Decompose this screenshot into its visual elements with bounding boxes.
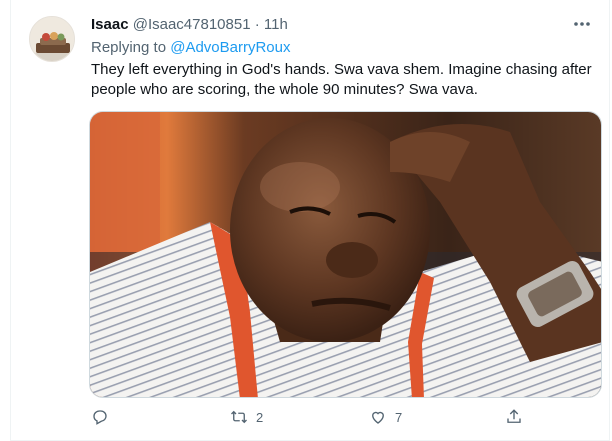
retweet-icon bbox=[231, 410, 247, 424]
author-name[interactable]: Isaac bbox=[91, 16, 129, 33]
tweet-actions: 2 7 bbox=[91, 405, 531, 429]
tweet-photo[interactable] bbox=[89, 111, 602, 398]
heart-icon bbox=[372, 411, 384, 424]
avatar[interactable] bbox=[29, 16, 75, 62]
share-button[interactable] bbox=[505, 405, 523, 429]
reply-mention-link[interactable]: @AdvoBarryRoux bbox=[170, 39, 290, 56]
avatar-image bbox=[30, 17, 74, 61]
reply-icon bbox=[93, 410, 107, 425]
separator-dot: · bbox=[254, 16, 260, 33]
share-icon bbox=[507, 409, 521, 423]
author-handle[interactable]: @Isaac47810851 bbox=[133, 16, 251, 33]
retweet-count: 2 bbox=[256, 409, 264, 425]
tweet-card[interactable]: Isaac @Isaac47810851 · 11h Replying to @… bbox=[10, 0, 610, 441]
tweet-timestamp[interactable]: 11h bbox=[264, 16, 288, 33]
tweet-header: Isaac @Isaac47810851 · 11h bbox=[91, 15, 288, 35]
replying-to-line: Replying to @AdvoBarryRoux bbox=[91, 38, 291, 58]
retweet-button[interactable]: 2 bbox=[230, 405, 263, 429]
tweet-text: They left everything in God's hands. Swa… bbox=[91, 61, 592, 98]
reply-button[interactable] bbox=[91, 405, 117, 429]
replying-to-label: Replying to bbox=[91, 39, 167, 56]
more-horizontal-icon bbox=[574, 22, 590, 26]
like-count: 7 bbox=[395, 409, 403, 425]
more-options-button[interactable] bbox=[571, 14, 593, 34]
photo-man-hand-on-head bbox=[90, 112, 601, 397]
like-button[interactable]: 7 bbox=[369, 405, 402, 429]
